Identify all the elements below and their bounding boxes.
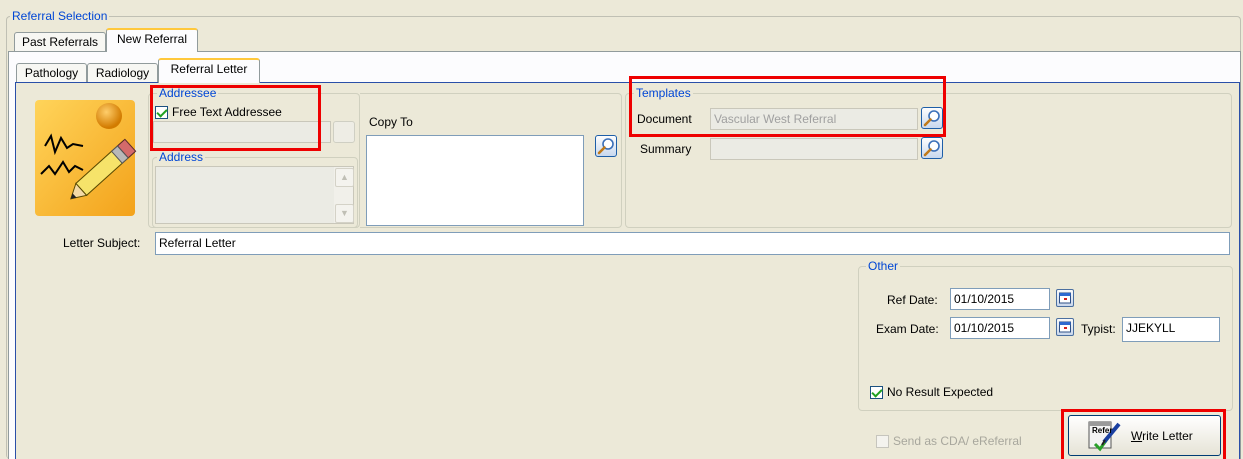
referral-selection-legend: Referral Selection — [10, 9, 110, 23]
copy-to-search-button[interactable] — [595, 135, 617, 157]
tab-past-referrals[interactable]: Past Referrals — [14, 32, 106, 52]
exam-date-label: Exam Date: — [876, 322, 939, 336]
write-letter-label-rest: rite Letter — [1142, 429, 1193, 443]
typist-field[interactable]: JJEKYLL — [1122, 317, 1220, 342]
scroll-down-arrow-icon: ▼ — [335, 204, 354, 223]
document-label: Document — [637, 112, 692, 126]
no-result-expected-checkbox[interactable] — [870, 386, 883, 399]
other-legend: Other — [866, 259, 901, 273]
address-scrollbar: ▲ ▼ — [334, 167, 354, 223]
addressee-name-field — [153, 121, 331, 143]
magnifier-icon — [923, 110, 940, 127]
address-legend: Address — [157, 150, 206, 164]
free-text-addressee-label: Free Text Addressee — [172, 105, 282, 119]
exam-date-calendar-button[interactable] — [1056, 318, 1074, 336]
notepad-pencil-icon — [33, 98, 137, 218]
calendar-icon — [1059, 292, 1071, 304]
magnifier-icon — [597, 138, 614, 155]
address-field — [155, 166, 354, 224]
copy-to-list[interactable] — [366, 135, 584, 226]
magnifier-icon — [923, 140, 940, 157]
scroll-up-arrow-icon: ▲ — [335, 168, 354, 187]
letter-subject-field[interactable]: Referral Letter — [155, 232, 1230, 255]
ref-date-calendar-button[interactable] — [1056, 289, 1074, 307]
document-search-button[interactable] — [921, 107, 943, 129]
tab-referral-letter[interactable]: Referral Letter — [158, 58, 260, 83]
tab-radiology[interactable]: Radiology — [87, 63, 158, 83]
document-field: Vascular West Referral — [710, 108, 918, 130]
summary-search-button[interactable] — [921, 137, 943, 159]
write-letter-icon-text: Refer — [1092, 426, 1113, 435]
send-cda-checkbox — [876, 435, 889, 448]
ref-date-field[interactable]: 01/10/2015 — [950, 288, 1050, 310]
no-result-expected-label: No Result Expected — [887, 385, 994, 399]
addressee-lookup-button — [333, 121, 355, 143]
tab-pathology[interactable]: Pathology — [16, 63, 87, 83]
templates-legend: Templates — [634, 86, 693, 100]
write-letter-button[interactable]: Refer Write Letter — [1068, 415, 1221, 456]
write-letter-accel: W — [1131, 429, 1143, 443]
typist-label: Typist: — [1081, 322, 1116, 336]
free-text-addressee-checkbox[interactable] — [155, 106, 168, 119]
calendar-icon — [1059, 321, 1071, 333]
write-letter-icon: Refer — [1087, 418, 1121, 454]
copy-to-label: Copy To — [369, 115, 413, 129]
tab-new-referral[interactable]: New Referral — [106, 28, 198, 52]
addressee-legend: Addressee — [157, 86, 219, 100]
write-letter-label: Write Letter — [1131, 428, 1193, 444]
exam-date-field[interactable]: 01/10/2015 — [950, 317, 1050, 339]
summary-label: Summary — [640, 142, 692, 156]
send-cda-label: Send as CDA/ eReferral — [893, 434, 1022, 448]
summary-field — [710, 138, 918, 160]
letter-subject-label: Letter Subject: — [63, 236, 141, 250]
ref-date-label: Ref Date: — [887, 293, 938, 307]
